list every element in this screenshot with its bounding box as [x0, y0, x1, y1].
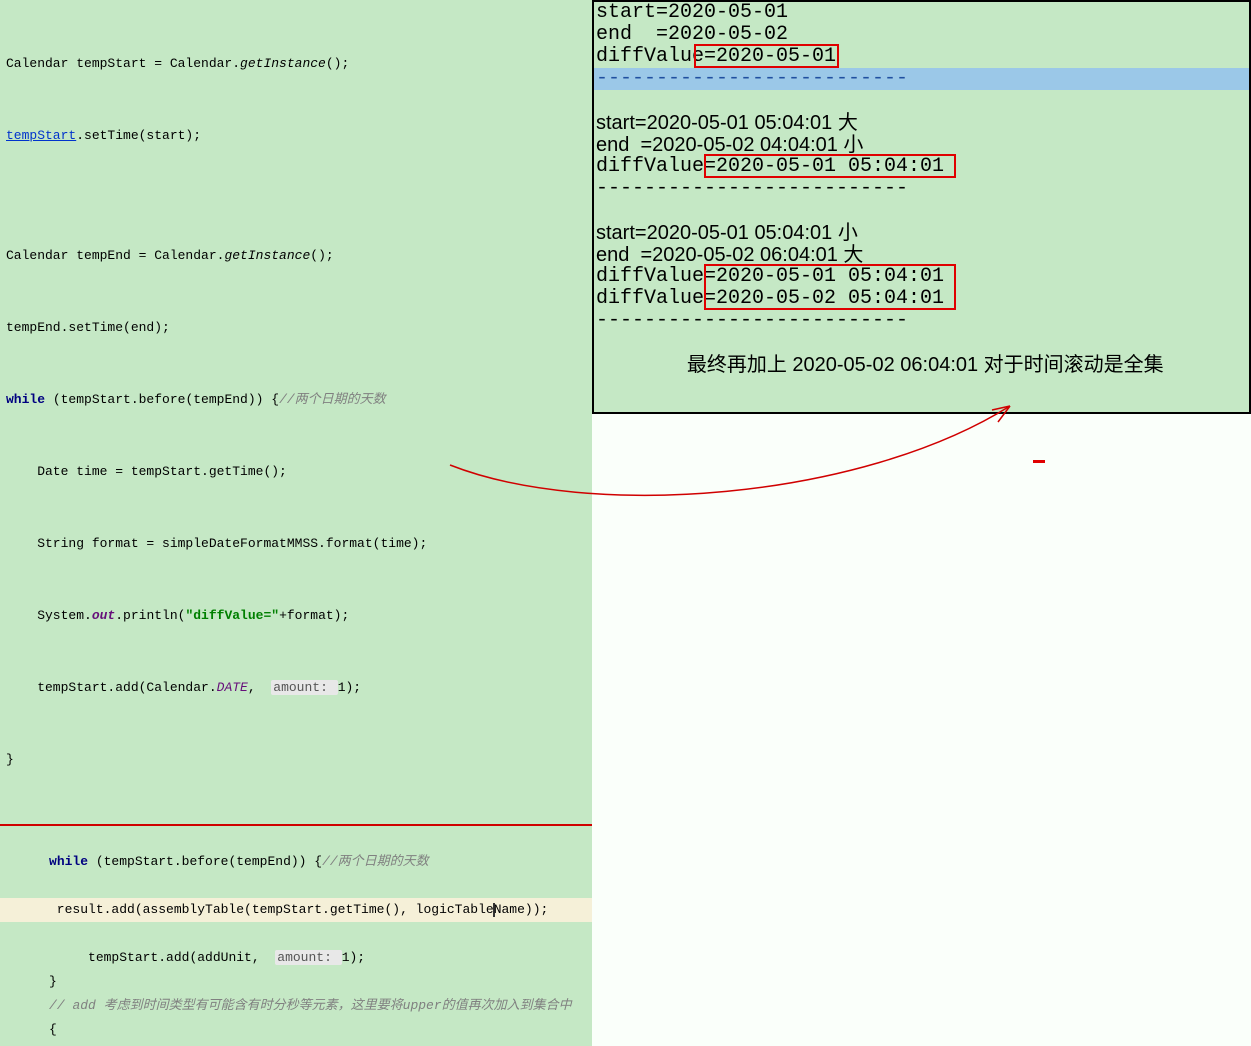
code-block-top[interactable]: Calendar tempStart = Calendar.getInstanc… [0, 0, 592, 824]
code-line: tempStart.add(Calendar.DATE, amount: 1); [6, 676, 586, 700]
output-blank [594, 200, 1249, 222]
code-line: { [31, 1022, 57, 1037]
output-final-line: 最终再加上 2020-05-02 06:04:01 对于时间滚动是全集 [594, 354, 1249, 376]
right-output-pane: start=2020-05-01 end =2020-05-02 diffVal… [592, 0, 1251, 414]
code-line: tempStart.setTime(start); [6, 124, 586, 148]
output-line: start=2020-05-01 05:04:01 大 [594, 112, 1249, 134]
output-separator-blue: -------------------------- [594, 68, 1249, 90]
output-separator: -------------------------- [594, 310, 1249, 332]
output-line: end =2020-05-02 04:04:01 小 [594, 134, 1249, 156]
output-line: end =2020-05-02 [594, 24, 1249, 46]
code-line: result.add(assemblyTable(tempStart.getTi… [0, 898, 592, 922]
output-line: start=2020-05-01 [594, 2, 1249, 24]
code-line: Date time = tempStart.getTime(); [6, 460, 586, 484]
left-code-pane: Calendar tempStart = Calendar.getInstanc… [0, 0, 592, 523]
code-line: Calendar tempStart = Calendar.getInstanc… [6, 52, 586, 76]
output-line: diffValue=2020-05-01 [594, 46, 1249, 68]
output-line: start=2020-05-01 05:04:01 小 [594, 222, 1249, 244]
code-line: tempStart.add(addUnit, amount: 1); [31, 950, 365, 965]
code-line: tempEnd.setTime(end); [6, 316, 586, 340]
output-line: end =2020-05-02 06:04:01 大 [594, 244, 1249, 266]
output-line: diffValue=2020-05-01 05:04:01 [594, 156, 1249, 178]
code-block-bottom[interactable]: while (tempStart.before(tempEnd)) {//两个日… [0, 826, 592, 1046]
output-separator: -------------------------- [594, 178, 1249, 200]
output-blank [594, 332, 1249, 354]
code-line: while (tempStart.before(tempEnd)) {//两个日… [6, 388, 586, 412]
code-line: Calendar tempEnd = Calendar.getInstance(… [6, 244, 586, 268]
output-line: diffValue=2020-05-02 05:04:01 [594, 288, 1249, 310]
output-blank [594, 90, 1249, 112]
annotation-mark [1033, 460, 1045, 463]
code-line: // add 考虑到时间类型有可能含有时分秒等元素，这里要将upper的值再次加… [31, 998, 571, 1013]
code-line: } [31, 974, 57, 989]
code-line: while (tempStart.before(tempEnd)) {//两个日… [31, 854, 428, 869]
code-line: System.out.println("diffValue="+format); [6, 604, 586, 628]
output-line: diffValue=2020-05-01 05:04:01 [594, 266, 1249, 288]
code-line: String format = simpleDateFormatMMSS.for… [6, 532, 586, 556]
code-line: } [6, 748, 586, 772]
